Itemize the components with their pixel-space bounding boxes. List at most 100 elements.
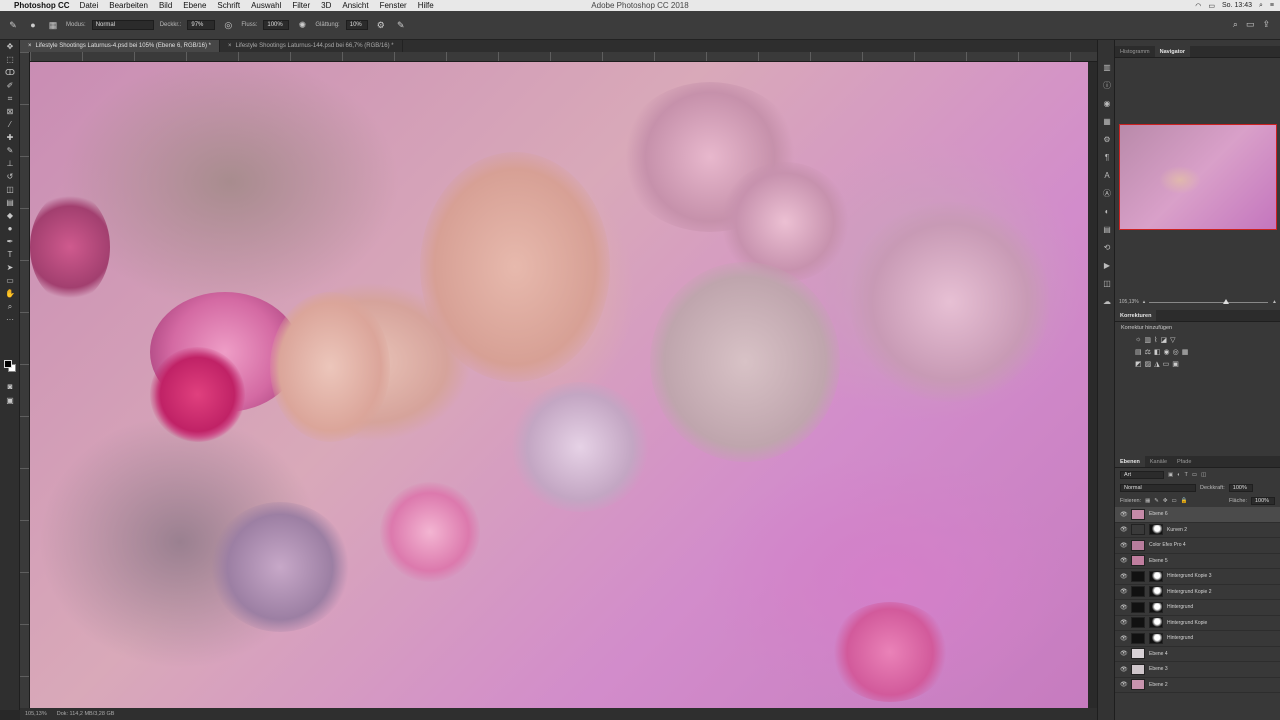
layer-row[interactable]: 👁 Ebene 2: [1115, 678, 1280, 693]
layer-row[interactable]: 👁 Ebene 6: [1115, 507, 1280, 523]
zoom-tool-icon[interactable]: ⌕: [0, 300, 20, 313]
layer-mask-thumbnail[interactable]: [1149, 524, 1163, 536]
visibility-eye-icon[interactable]: 👁: [1120, 619, 1128, 626]
brush-preset-icon[interactable]: ●: [26, 18, 40, 32]
navigator-zoom-value[interactable]: 105,13%: [1119, 299, 1139, 305]
quick-mask-icon[interactable]: ◙: [0, 380, 20, 393]
healing-tool-icon[interactable]: ✚: [0, 131, 20, 144]
layer-name[interactable]: Ebene 3: [1149, 666, 1168, 672]
layer-name[interactable]: Ebene 5: [1149, 558, 1168, 564]
brightness-icon[interactable]: ☼: [1135, 336, 1141, 344]
menu-fenster[interactable]: Fenster: [380, 1, 407, 10]
visibility-eye-icon[interactable]: 👁: [1120, 666, 1128, 673]
layer-mask-thumbnail[interactable]: [1149, 617, 1163, 629]
color-balance-icon[interactable]: ⚖: [1145, 348, 1151, 356]
layer-name[interactable]: Ebene 2: [1149, 682, 1168, 688]
wifi-icon[interactable]: ◠: [1195, 2, 1201, 10]
selective-color-icon[interactable]: ▣: [1172, 360, 1179, 368]
menu-hilfe[interactable]: Hilfe: [418, 1, 434, 10]
visibility-eye-icon[interactable]: 👁: [1120, 573, 1128, 580]
fill-field[interactable]: 100%: [1251, 496, 1275, 505]
frame-tool-icon[interactable]: ⊠: [0, 105, 20, 118]
layer-thumbnail[interactable]: [1131, 555, 1145, 567]
menu-bearbeiten[interactable]: Bearbeiten: [109, 1, 148, 10]
menu-list-icon[interactable]: ≡: [1270, 2, 1274, 9]
tab-paths[interactable]: Pfade: [1172, 456, 1196, 467]
history-icon[interactable]: ⟲: [1098, 238, 1116, 256]
tab-channels[interactable]: Kanäle: [1145, 456, 1172, 467]
layer-name[interactable]: Color Efex Pro 4: [1149, 542, 1186, 548]
type-tool-icon[interactable]: T: [0, 248, 20, 261]
layer-thumbnail[interactable]: [1131, 524, 1145, 536]
visibility-eye-icon[interactable]: 👁: [1120, 650, 1128, 657]
layer-name[interactable]: Kurven 2: [1167, 527, 1187, 533]
tab-navigator[interactable]: Navigator: [1154, 46, 1191, 57]
lock-transparency-icon[interactable]: ▦: [1145, 498, 1150, 504]
lock-paint-icon[interactable]: ✎: [1154, 498, 1159, 504]
visibility-eye-icon[interactable]: 👁: [1120, 526, 1128, 533]
visibility-eye-icon[interactable]: 👁: [1120, 681, 1128, 688]
brush-tool-icon[interactable]: ✎: [6, 18, 20, 32]
lock-move-icon[interactable]: ✥: [1163, 498, 1168, 504]
color-icon[interactable]: ◉: [1098, 94, 1116, 112]
navigator-zoom-slider[interactable]: [1149, 298, 1269, 304]
layer-row[interactable]: 👁 Ebene 3: [1115, 662, 1280, 678]
layer-thumbnail[interactable]: [1131, 570, 1145, 582]
black-white-icon[interactable]: ◧: [1154, 348, 1161, 356]
layer-thumbnail[interactable]: [1131, 586, 1145, 598]
libraries-icon[interactable]: ◫: [1098, 274, 1116, 292]
posterize-icon[interactable]: ▨: [1145, 360, 1152, 368]
adjust-icon[interactable]: ⚙: [1098, 130, 1116, 148]
share-icon[interactable]: ⇪: [1262, 19, 1270, 30]
shape-tool-icon[interactable]: ▭: [0, 274, 20, 287]
more-tools-icon[interactable]: ···: [0, 313, 20, 326]
layer-opacity-field[interactable]: 100%: [1228, 483, 1253, 492]
blend-mode-select[interactable]: Normal: [1120, 483, 1196, 492]
color-lookup-icon[interactable]: ▦: [1182, 348, 1189, 356]
filter-smart-icon[interactable]: ◫: [1201, 472, 1206, 478]
layer-thumbnail[interactable]: [1131, 617, 1145, 629]
opacity-field[interactable]: 97%: [187, 20, 216, 30]
search-icon[interactable]: ⌕: [1233, 19, 1238, 30]
properties-icon[interactable]: ▤: [1098, 220, 1116, 238]
styles-icon[interactable]: ◐: [1098, 202, 1116, 220]
threshold-icon[interactable]: ◮: [1154, 360, 1159, 368]
vibrance-icon[interactable]: ▽: [1170, 336, 1175, 344]
tab-corrections[interactable]: Korrekturen: [1115, 310, 1157, 321]
layer-name[interactable]: Ebene 6: [1149, 511, 1168, 517]
canvas-scrollbar[interactable]: [1088, 62, 1097, 708]
menu-filter[interactable]: Filter: [292, 1, 310, 10]
photo-filter-icon[interactable]: ◉: [1164, 348, 1170, 356]
layer-row[interactable]: 👁 Hintergrund Kopie 2: [1115, 585, 1280, 600]
tab-layers[interactable]: Ebenen: [1115, 456, 1145, 467]
layer-mask-thumbnail[interactable]: [1149, 570, 1163, 582]
workspace-icon[interactable]: ▭: [1246, 19, 1255, 30]
filter-type-icon[interactable]: T: [1185, 472, 1188, 478]
ruler-horizontal[interactable]: [30, 52, 1097, 62]
layer-thumbnail[interactable]: [1131, 539, 1145, 551]
curves-icon[interactable]: ⌇: [1154, 336, 1157, 344]
swatches-icon[interactable]: ▦: [1098, 112, 1116, 130]
foreground-color-swatch[interactable]: [4, 360, 12, 368]
history-brush-icon[interactable]: ↺: [0, 170, 20, 183]
eraser-tool-icon[interactable]: ◫: [0, 183, 20, 196]
menu-datei[interactable]: Datei: [80, 1, 99, 10]
pen-tool-icon[interactable]: ✒: [0, 235, 20, 248]
menu-schrift[interactable]: Schrift: [217, 1, 240, 10]
layer-name[interactable]: Ebene 4: [1149, 651, 1168, 657]
gradient-map-icon[interactable]: ▭: [1163, 360, 1170, 368]
visibility-eye-icon[interactable]: 👁: [1120, 604, 1128, 611]
actions-icon[interactable]: ▶: [1098, 256, 1116, 274]
brush-tool-icon[interactable]: ✎: [0, 144, 20, 157]
filter-pixel-icon[interactable]: ▣: [1168, 472, 1173, 478]
path-select-tool-icon[interactable]: ➤: [0, 261, 20, 274]
zoom-out-icon[interactable]: ▴: [1143, 299, 1146, 305]
crop-tool-icon[interactable]: ⌗: [0, 92, 20, 105]
visibility-eye-icon[interactable]: 👁: [1120, 511, 1128, 518]
clock[interactable]: So. 13:43: [1222, 2, 1252, 9]
visibility-eye-icon[interactable]: 👁: [1120, 557, 1128, 564]
zoom-in-icon[interactable]: ▲: [1272, 299, 1277, 305]
tab-histogram[interactable]: Histogramm: [1115, 46, 1155, 57]
hue-saturation-icon[interactable]: ▤: [1135, 348, 1142, 356]
layer-row[interactable]: 👁 Hintergrund: [1115, 631, 1280, 647]
